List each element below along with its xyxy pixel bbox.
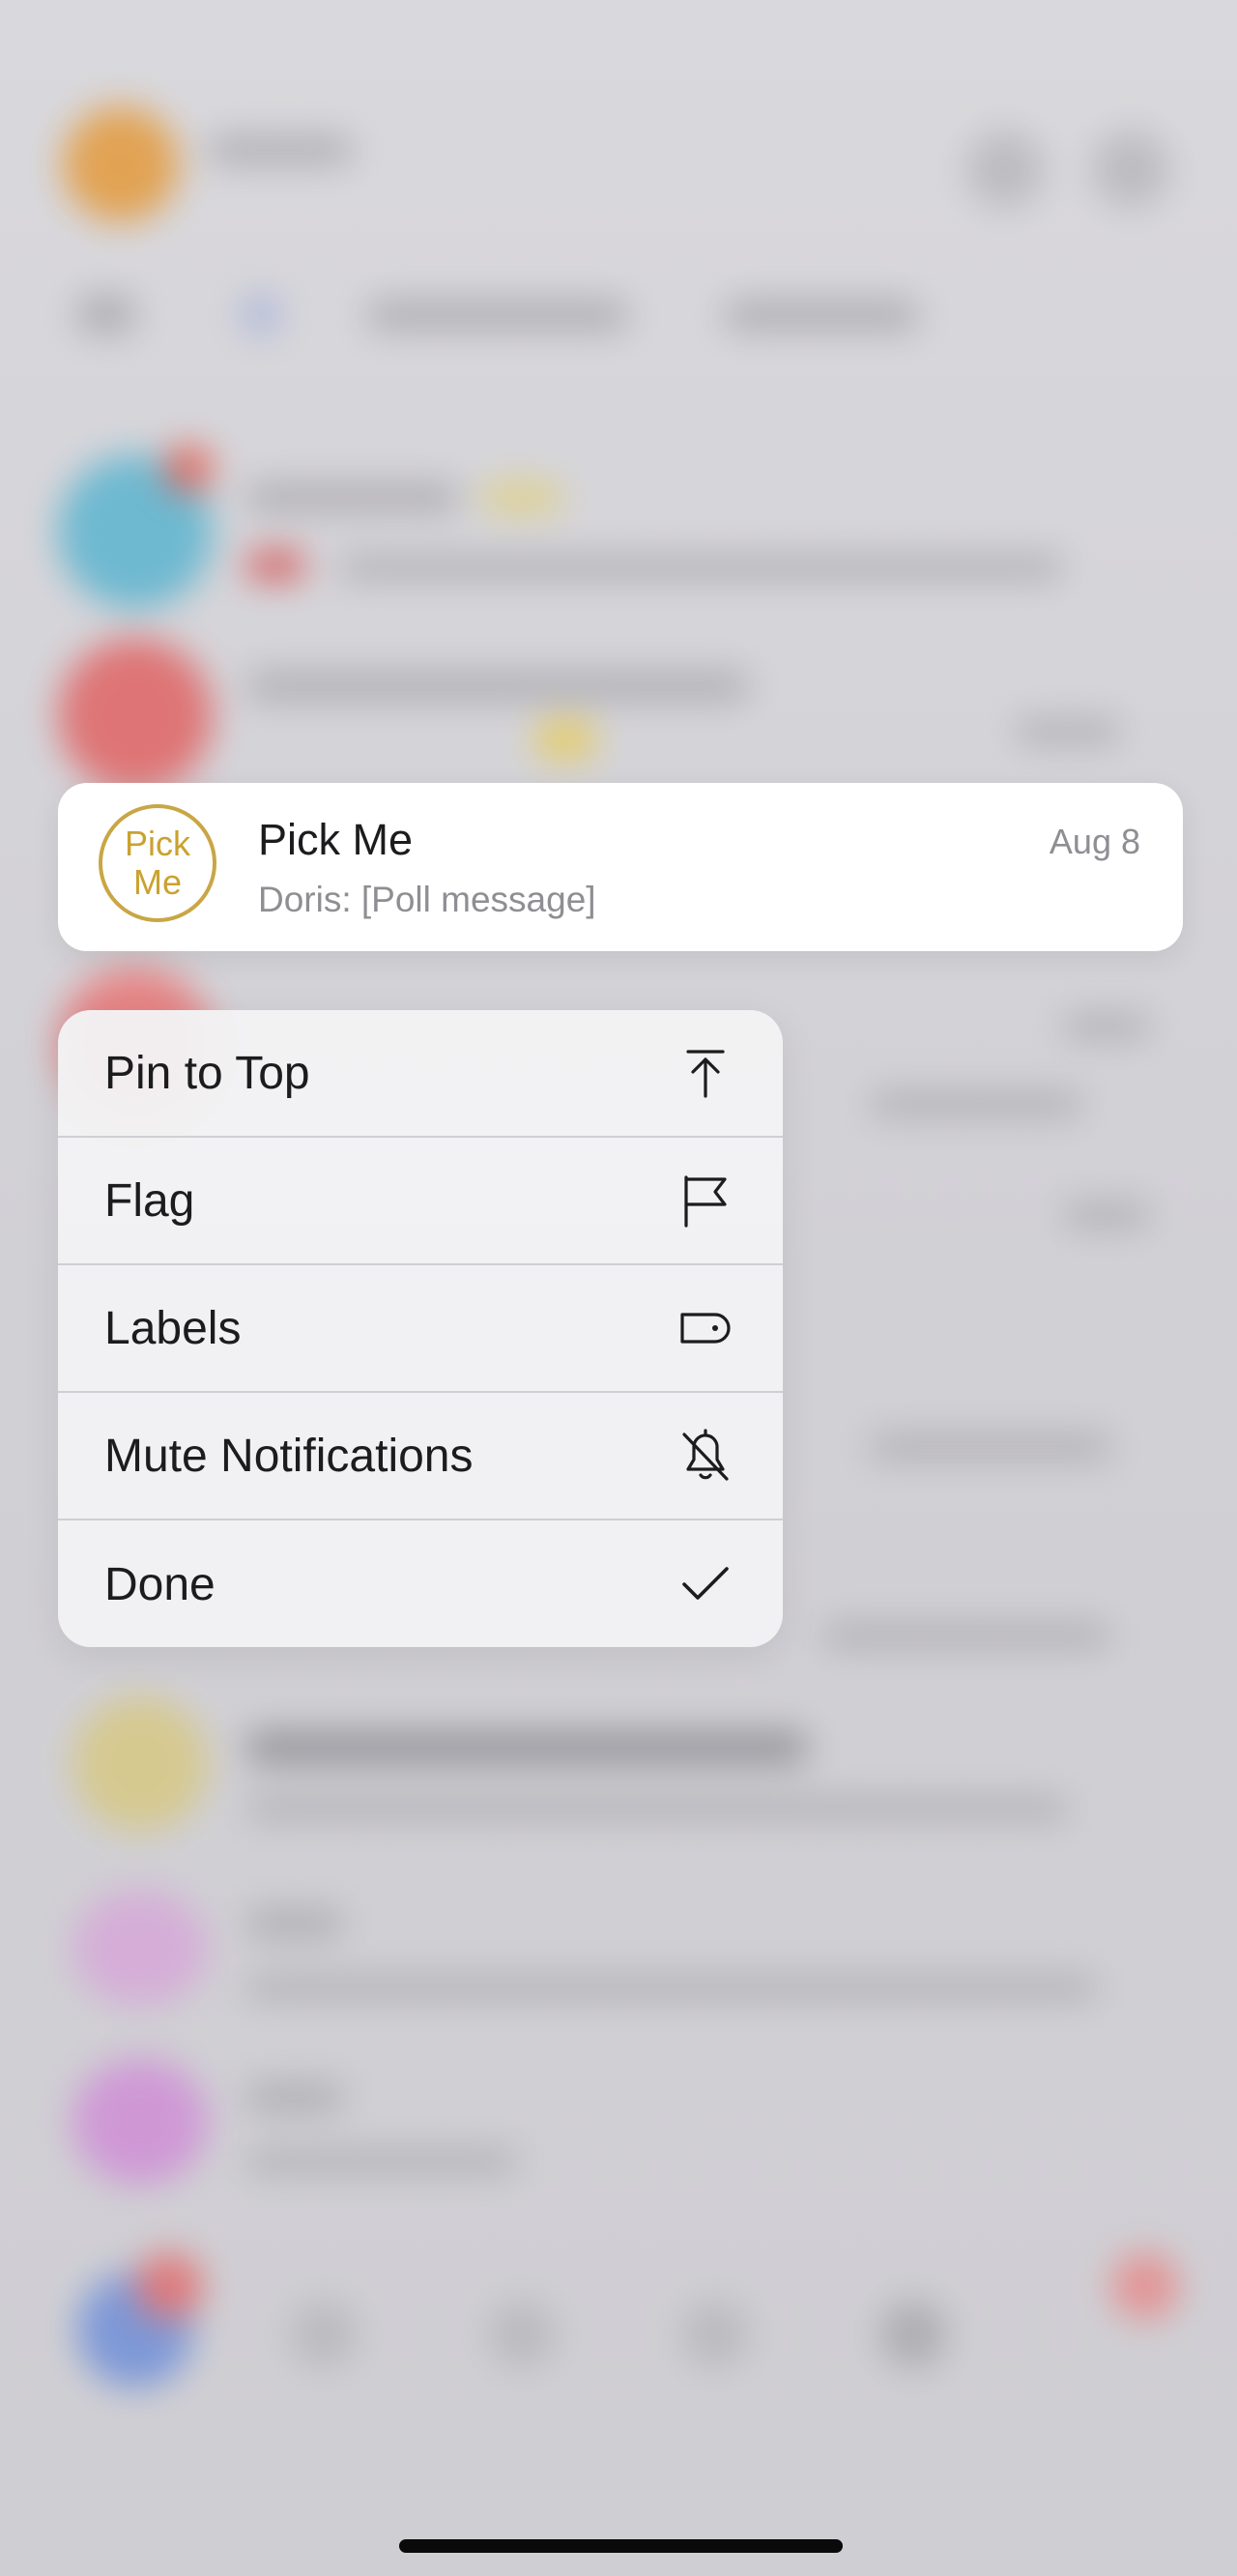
chat-date: Aug 8	[1049, 822, 1140, 861]
chat-context-menu: Pin to Top Flag Labels Mute Notification…	[58, 1010, 783, 1647]
chat-name: Pick Me	[258, 815, 414, 864]
checkmark-icon	[676, 1555, 734, 1613]
menu-item-label: Flag	[104, 1174, 195, 1227]
avatar-text-line2: Me	[132, 862, 182, 902]
menu-item-label: Labels	[104, 1302, 242, 1354]
menu-item-label: Pin to Top	[104, 1047, 310, 1099]
menu-item-pin-to-top[interactable]: Pin to Top	[58, 1010, 783, 1138]
menu-item-mute-notifications[interactable]: Mute Notifications	[58, 1393, 783, 1520]
pin-to-top-icon	[676, 1044, 734, 1102]
flag-icon	[676, 1172, 734, 1230]
home-indicator[interactable]	[399, 2539, 843, 2553]
group-avatar: Pick Me	[99, 804, 216, 922]
menu-item-labels[interactable]: Labels	[58, 1265, 783, 1393]
label-tag-icon	[676, 1299, 734, 1357]
menu-item-flag[interactable]: Flag	[58, 1138, 783, 1265]
menu-item-label: Mute Notifications	[104, 1430, 474, 1482]
chat-last-message: Doris: [Poll message]	[258, 880, 596, 919]
menu-item-label: Done	[104, 1558, 216, 1610]
menu-item-done[interactable]: Done	[58, 1520, 783, 1647]
selected-chat-preview[interactable]: Pick Me Pick Me Aug 8 Doris: [Poll messa…	[58, 783, 1183, 951]
avatar-text-line1: Pick	[124, 824, 190, 863]
bell-slash-icon	[676, 1427, 734, 1485]
